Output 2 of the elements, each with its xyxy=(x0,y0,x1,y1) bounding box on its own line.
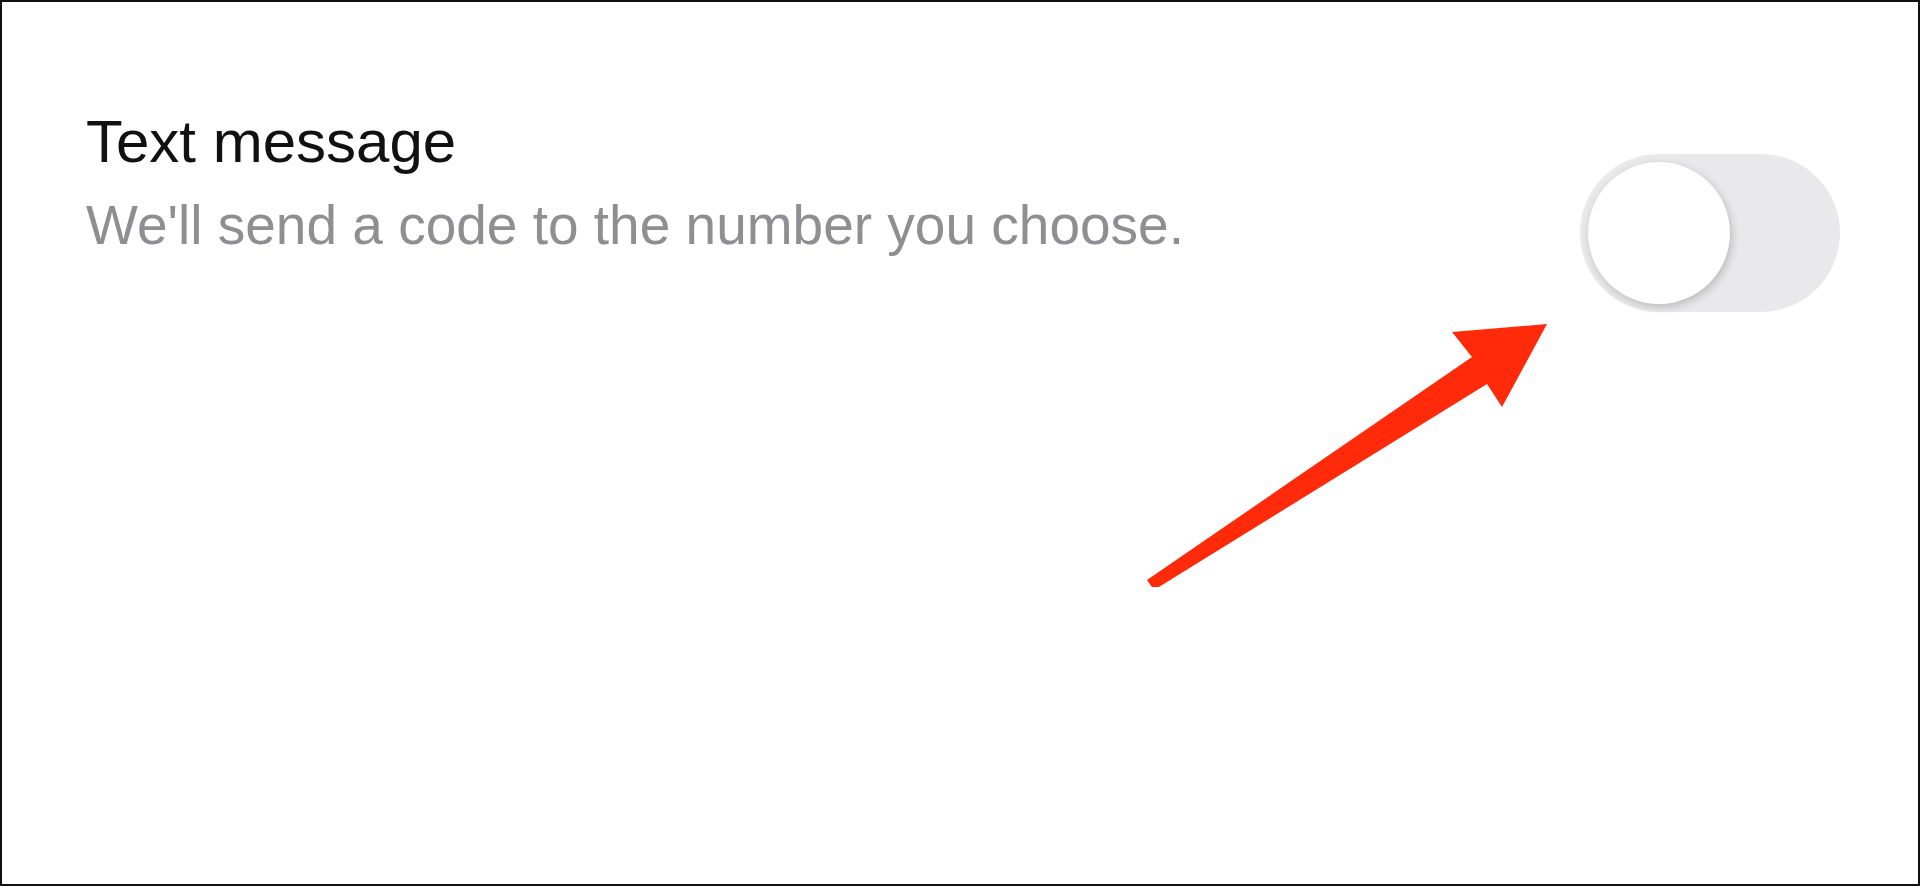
setting-description: We'll send a code to the number you choose. xyxy=(86,193,1185,258)
setting-title: Text message xyxy=(86,107,458,177)
